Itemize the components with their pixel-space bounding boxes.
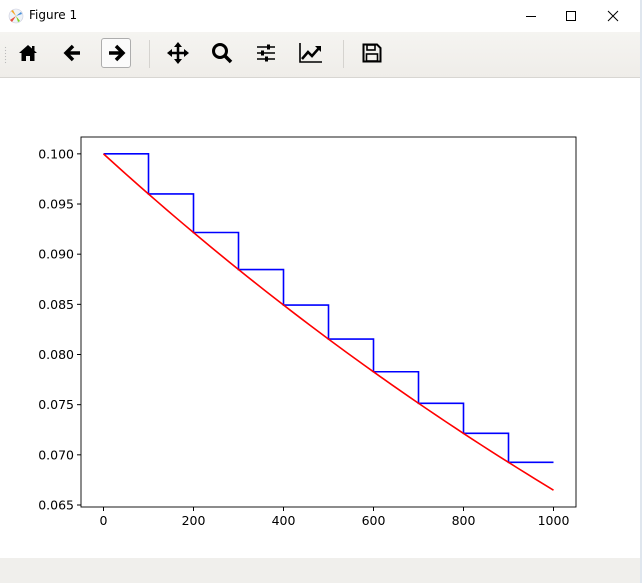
maximize-button[interactable]	[548, 0, 594, 32]
y-tick-label: 0.065	[38, 497, 74, 512]
status-bar	[0, 558, 640, 583]
minimize-icon	[526, 16, 536, 17]
zoom-button[interactable]	[207, 38, 237, 68]
window-title: Figure 1	[29, 8, 78, 22]
floppy-icon	[362, 43, 382, 63]
home-icon	[19, 45, 37, 61]
y-tick-label: 0.100	[38, 146, 74, 161]
magnifier-icon	[212, 43, 233, 64]
y-tick-label: 0.090	[38, 247, 74, 262]
back-button[interactable]	[58, 38, 88, 68]
close-button[interactable]	[590, 0, 636, 32]
x-tick-label: 800	[452, 513, 476, 528]
toolbar-separator	[149, 40, 150, 68]
series-staircase-line	[103, 153, 554, 464]
arrow-left-icon	[63, 44, 80, 62]
sliders-icon	[257, 44, 275, 62]
x-tick-label: 400	[272, 513, 296, 528]
x-tick-label: 0	[100, 513, 108, 528]
x-tick-label: 200	[182, 513, 206, 528]
pan-button[interactable]	[163, 38, 193, 68]
maximize-icon	[566, 11, 576, 21]
toolbar-separator	[343, 40, 344, 68]
move-icon	[167, 42, 189, 64]
y-tick-label: 0.085	[38, 297, 74, 312]
home-button[interactable]	[13, 38, 43, 68]
close-icon	[607, 10, 619, 22]
y-tick-label: 0.095	[38, 197, 74, 212]
forward-button[interactable]	[101, 38, 131, 68]
x-tick-label: 600	[362, 513, 386, 528]
navigation-toolbar	[0, 32, 640, 78]
x-tick-label: 1000	[538, 513, 570, 528]
line-chart-icon	[299, 43, 322, 63]
y-tick-label: 0.080	[38, 347, 74, 362]
line-chart: 0 200 400 600 800 1000 0.065 0.070 0.075 0.080 0.0…	[38, 136, 577, 528]
toolbar-grip[interactable]	[4, 46, 7, 64]
save-button[interactable]	[357, 38, 387, 68]
configure-subplots-button[interactable]	[251, 38, 281, 68]
title-bar: Figure 1	[0, 0, 640, 32]
matplotlib-logo-icon	[8, 8, 24, 24]
y-tick-label: 0.075	[38, 397, 74, 412]
figure-canvas[interactable]: 0 200 400 600 800 1000 0.065 0.070 0.075 0.080 0.0…	[0, 78, 640, 558]
edit-axes-button[interactable]	[296, 38, 326, 68]
y-tick-label: 0.070	[38, 447, 74, 462]
arrow-right-icon	[109, 44, 126, 62]
